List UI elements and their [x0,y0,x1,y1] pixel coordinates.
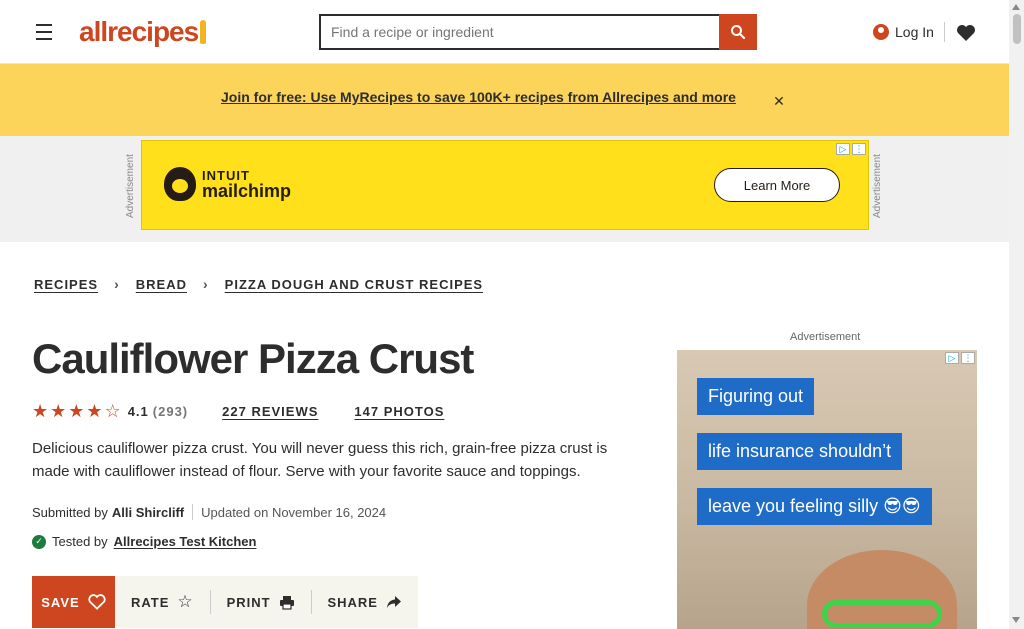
leaderboard-ad[interactable]: INTUIT mailchimp Learn More ▷ ⋮ [141,140,869,230]
rating-value[interactable]: 4.1 [128,404,149,419]
star-icon[interactable]: ★ [68,402,85,420]
share-icon [386,596,401,608]
print-label: PRINT [226,594,271,610]
breadcrumb-pizza-dough[interactable]: PIZZA DOUGH AND CRUST RECIPES [223,277,485,292]
heart-icon [957,25,975,41]
promo-join-link[interactable]: Join for free: Use MyRecipes to save 100… [221,89,736,105]
star-icon[interactable]: ★ [86,402,103,420]
test-kitchen-link[interactable]: Allrecipes Test Kitchen [114,534,257,549]
mailchimp-logo: INTUIT mailchimp [164,167,291,201]
share-button[interactable]: SHARE [311,576,418,628]
ad-label-right: Advertisement [872,154,883,218]
ad-brand-top: INTUIT [202,167,250,183]
action-bar: SAVE RATE ☆ PRINT SHARE [32,576,418,628]
rate-button[interactable]: RATE ☆ [115,576,210,628]
header-divider [944,22,945,42]
star-icon[interactable]: ☆ [105,402,122,420]
rating-count: (293) [152,403,189,419]
tested-by: ✓ Tested by Allrecipes Test Kitchen [32,534,256,549]
ad-choices[interactable]: ▷ ⋮ [945,352,975,364]
star-icon[interactable]: ★ [50,402,67,420]
freddie-icon [164,167,196,201]
menu-icon[interactable] [30,19,58,45]
author-link[interactable]: Alli Shircliff [112,505,184,520]
byline-divider [192,504,194,520]
ad-brand-bottom: mailchimp [202,180,292,201]
side-ad[interactable]: Figuring out life insurance shouldn’t le… [677,350,977,629]
save-button[interactable]: SAVE [32,576,115,628]
chevron-right-icon: › [114,276,120,292]
breadcrumb: RECIPES › BREAD › PIZZA DOUGH AND CRUST … [32,276,485,292]
login-label: Log In [895,24,934,40]
allrecipes-logo[interactable]: allrecipes [79,15,207,49]
save-label: SAVE [41,594,80,610]
ad-cta-button[interactable]: Learn More [714,168,840,202]
search-input[interactable] [319,14,719,50]
ad-glasses-image [822,600,942,628]
search-bar [319,14,757,50]
side-ad-line: life insurance shouldn’t [697,433,903,470]
star-rating: ★ ★ ★ ★ ☆ [32,402,122,420]
photos-link[interactable]: 147 PHOTOS [354,404,444,419]
side-ad-line: leave you feeling silly 😎😎 [697,488,932,525]
breadcrumb-bread[interactable]: BREAD [134,277,189,292]
star-outline-icon: ☆ [177,592,194,611]
ratings-row: ★ ★ ★ ★ ☆ 4.1 (293) 227 REVIEWS 147 PHOT… [32,400,444,422]
site-header: allrecipes Log In [0,0,1009,64]
spoon-icon [200,20,207,44]
scroll-thumb[interactable] [1013,14,1021,44]
chevron-right-icon: › [202,276,209,292]
search-icon [731,25,746,40]
favorites-button[interactable] [954,19,978,47]
printer-icon [279,595,294,610]
page-title: Cauliflower Pizza Crust [32,335,474,382]
page-scrollbar[interactable] [1009,0,1024,629]
reviews-link[interactable]: 227 REVIEWS [222,404,318,419]
ad-options-icon[interactable]: ⋮ [961,352,975,364]
heart-icon [88,594,106,610]
scroll-down-icon[interactable] [1012,617,1020,623]
user-icon [873,24,889,40]
tested-prefix: Tested by [52,534,108,549]
side-ad-line: Figuring out [697,378,815,415]
close-icon[interactable]: ✕ [770,92,788,110]
ad-label-side: Advertisement [790,331,861,343]
ad-label-left: Advertisement [125,154,136,218]
search-button[interactable] [719,14,757,50]
share-label: SHARE [327,594,378,610]
breadcrumb-recipes[interactable]: RECIPES [32,277,100,292]
login-button[interactable]: Log In [867,19,940,45]
byline: Submitted by Alli Shircliff Updated on N… [32,504,386,520]
updated-date: Updated on November 16, 2024 [201,504,387,520]
ad-choices[interactable]: ▷ ⋮ [836,143,866,155]
rate-label: RATE [130,594,170,610]
adchoices-icon[interactable]: ▷ [836,143,850,155]
adchoices-icon[interactable]: ▷ [945,352,959,364]
print-button[interactable]: PRINT [211,576,311,628]
star-icon[interactable]: ★ [32,402,49,420]
submitted-prefix: Submitted by [32,504,108,520]
scroll-up-icon[interactable] [1012,4,1020,10]
checkmark-icon: ✓ [32,534,46,549]
recipe-description: Delicious cauliflower pizza crust. You w… [32,440,608,480]
logo-text: allrecipes [79,16,199,47]
ad-options-icon[interactable]: ⋮ [852,143,866,155]
